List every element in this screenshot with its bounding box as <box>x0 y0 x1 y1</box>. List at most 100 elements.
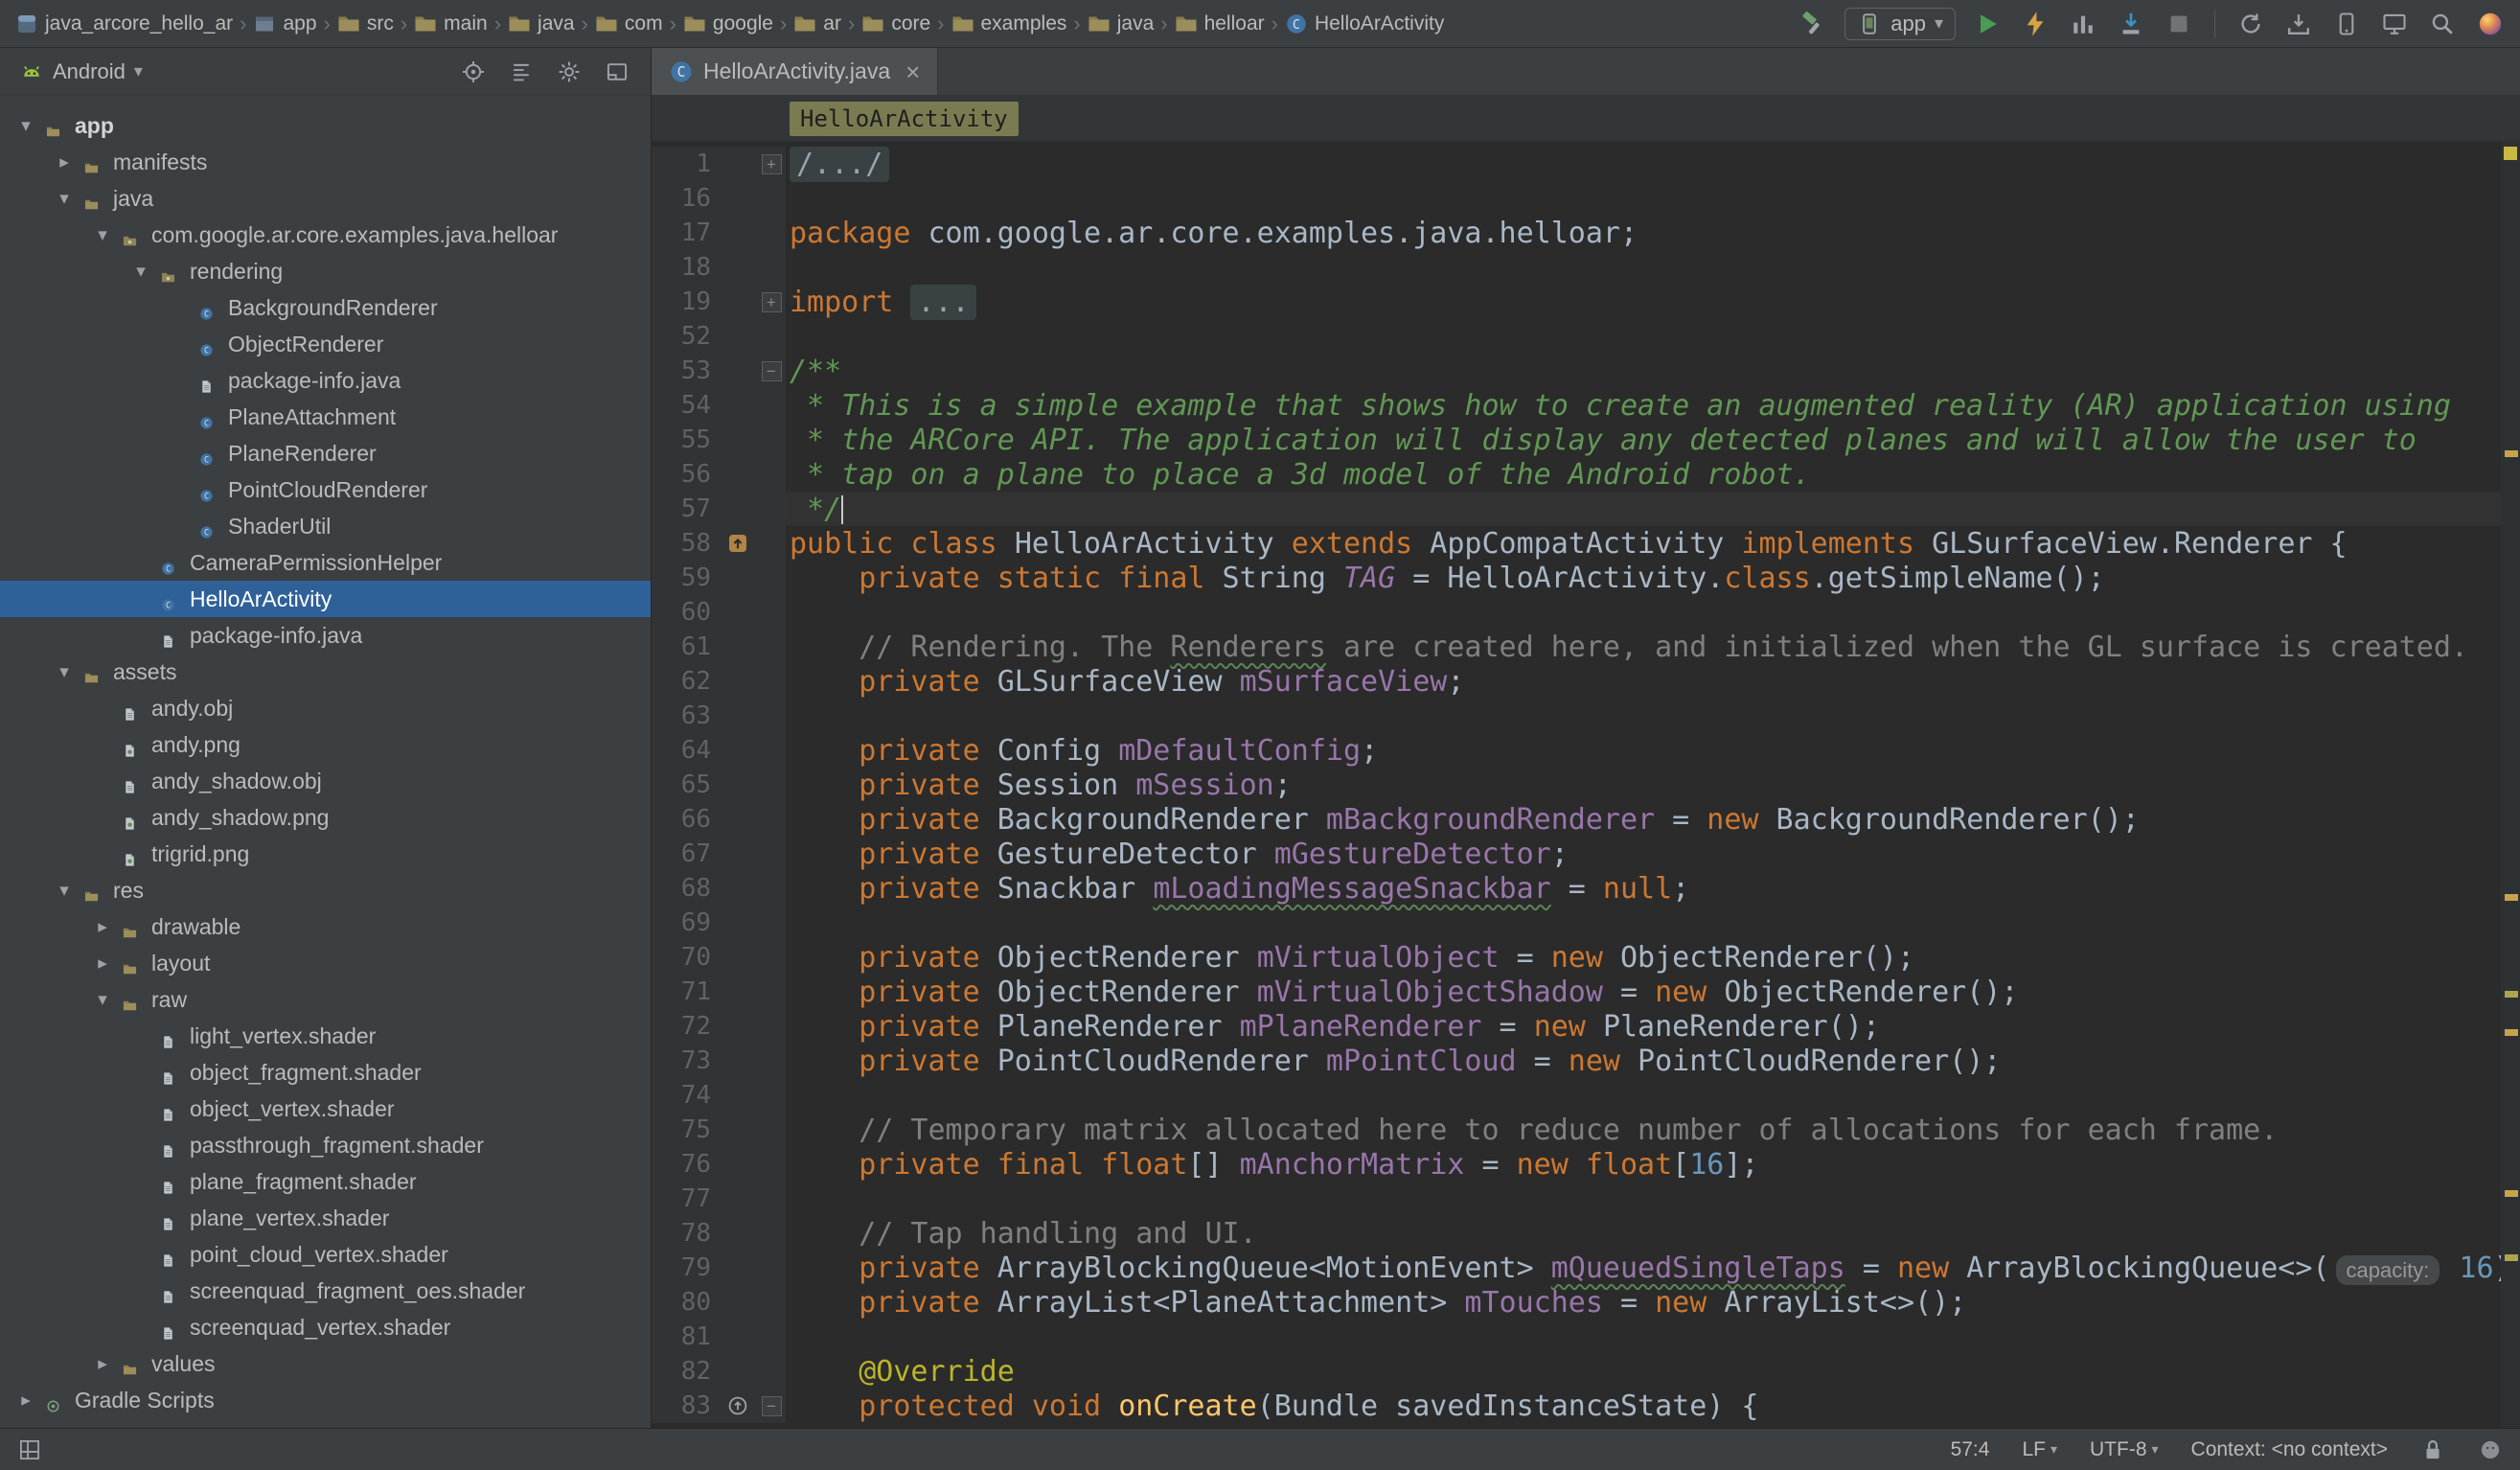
sync-project-button[interactable] <box>2234 8 2267 40</box>
code-line-72[interactable]: 72 private PlaneRenderer mPlaneRenderer … <box>652 1009 2501 1044</box>
code-line-71[interactable]: 71 private ObjectRenderer mVirtualObject… <box>652 975 2501 1009</box>
code-line-61[interactable]: 61 // Rendering. The Renderers are creat… <box>652 630 2501 664</box>
tree-item-drawable[interactable]: ▸ drawable <box>0 908 651 945</box>
code-line-74[interactable]: 74 <box>652 1078 2501 1113</box>
tree-item-andy-shadow-png[interactable]: andy_shadow.png <box>0 799 651 836</box>
chevron-down-icon[interactable]: ▾ <box>50 661 79 683</box>
stop-button[interactable] <box>2163 8 2195 40</box>
tree-item-com-google-ar-core-examples-java-helloar[interactable]: ▾ com.google.ar.core.examples.java.helloa… <box>0 217 651 253</box>
chevron-right-icon[interactable]: ▸ <box>88 953 117 975</box>
tree-item-helloaractivity[interactable]: C HelloArActivity <box>0 581 651 617</box>
code-line-19[interactable]: 19 + import ... <box>652 284 2501 320</box>
collapse-all-button[interactable] <box>505 56 538 88</box>
avd-manager-button[interactable] <box>2330 8 2363 40</box>
settings-gear-button[interactable] <box>553 56 585 88</box>
tree-item-object-fragment-shader[interactable]: object_fragment.shader <box>0 1054 651 1091</box>
apply-changes-button[interactable] <box>2019 8 2051 40</box>
breadcrumb-item-google[interactable]: google <box>681 12 775 35</box>
project-view-selector[interactable]: Android ▾ <box>11 56 150 88</box>
profile-avatar[interactable] <box>2474 8 2507 40</box>
tree-item-layout[interactable]: ▸ layout <box>0 945 651 981</box>
breadcrumb-item-helloar[interactable]: helloar <box>1173 12 1267 35</box>
breadcrumb-item-core[interactable]: core <box>859 12 932 35</box>
device-monitor-button[interactable] <box>2378 8 2411 40</box>
tree-item-java[interactable]: ▾ java <box>0 180 651 217</box>
code-line-77[interactable]: 77 <box>652 1182 2501 1216</box>
code-line-73[interactable]: 73 private PointCloudRenderer mPointClou… <box>652 1044 2501 1078</box>
tree-item-gradle-scripts[interactable]: ▸ Gradle Scripts <box>0 1382 651 1418</box>
code-line-81[interactable]: 81 <box>652 1320 2501 1354</box>
chevron-right-icon[interactable]: ▸ <box>11 1390 40 1412</box>
code-line-83[interactable]: 83 − protected void onCreate(Bundle saved… <box>652 1389 2501 1423</box>
tree-item-object-vertex-shader[interactable]: object_vertex.shader <box>0 1091 651 1127</box>
code-line-60[interactable]: 60 <box>652 595 2501 630</box>
tree-item-andy-shadow-obj[interactable]: andy_shadow.obj <box>0 763 651 799</box>
code-line-78[interactable]: 78 // Tap handling and UI. <box>652 1216 2501 1251</box>
toolwindow-toggle-icon[interactable] <box>17 1437 42 1462</box>
highlighting-level-icon[interactable] <box>2478 1437 2503 1462</box>
breadcrumb-item-examples[interactable]: examples <box>950 12 1069 35</box>
tree-item-manifests[interactable]: ▸ manifests <box>0 144 651 180</box>
tree-item-plane-fragment-shader[interactable]: plane_fragment.shader <box>0 1163 651 1200</box>
code-line-16[interactable]: 16 <box>652 181 2501 216</box>
hide-panel-button[interactable] <box>601 56 633 88</box>
code-line-58[interactable]: 58 public class HelloArActivity extends A… <box>652 526 2501 561</box>
tree-item-app[interactable]: ▾ app <box>0 107 651 144</box>
code-line-59[interactable]: 59 private static final String TAG = Hel… <box>652 561 2501 595</box>
tree-item-rendering[interactable]: ▾ rendering <box>0 253 651 289</box>
chevron-down-icon[interactable]: ▾ <box>126 261 155 283</box>
code-line-82[interactable]: 82 @Override <box>652 1354 2501 1389</box>
code-line-67[interactable]: 67 private GestureDetector mGestureDetec… <box>652 837 2501 871</box>
chevron-right-icon[interactable]: ▸ <box>50 151 79 173</box>
code-line-52[interactable]: 52 <box>652 319 2501 354</box>
breadcrumb-item-ar[interactable]: ar <box>791 12 843 35</box>
build-hammer-button[interactable] <box>1797 8 1829 40</box>
context-widget[interactable]: Context: <no context> <box>2191 1438 2388 1461</box>
code-line-79[interactable]: 79 private ArrayBlockingQueue<MotionEven… <box>652 1251 2501 1285</box>
code-line-55[interactable]: 55 * the ARCore API. The application wil… <box>652 423 2501 457</box>
tree-item-plane-vertex-shader[interactable]: plane_vertex.shader <box>0 1200 651 1236</box>
code-line-56[interactable]: 56 * tap on a plane to place a 3d model … <box>652 457 2501 492</box>
fold-expand-icon[interactable]: + <box>757 285 786 319</box>
tree-item-light-vertex-shader[interactable]: light_vertex.shader <box>0 1018 651 1054</box>
tree-item-res[interactable]: ▾ res <box>0 872 651 908</box>
tree-item-package-info-java[interactable]: package-info.java <box>0 617 651 654</box>
breadcrumb-item-com[interactable]: com <box>593 12 665 35</box>
line-separator-widget[interactable]: LF ▾ <box>2022 1438 2057 1461</box>
tree-item-planerenderer[interactable]: C PlaneRenderer <box>0 435 651 471</box>
readonly-lock-icon[interactable] <box>2420 1437 2445 1462</box>
encoding-widget[interactable]: UTF-8 ▾ <box>2090 1438 2159 1461</box>
close-tab-icon[interactable]: × <box>905 59 920 84</box>
tree-item-trigrid-png[interactable]: trigrid.png <box>0 836 651 872</box>
code-line-62[interactable]: 62 private GLSurfaceView mSurfaceView; <box>652 664 2501 699</box>
search-everywhere-button[interactable] <box>2426 8 2459 40</box>
tree-item-screenquad-fragment-oes-shader[interactable]: screenquad_fragment_oes.shader <box>0 1273 651 1309</box>
chevron-down-icon[interactable]: ▾ <box>50 880 79 902</box>
overriding-method-gutter-icon[interactable] <box>719 1389 757 1423</box>
tree-item-planeattachment[interactable]: C PlaneAttachment <box>0 399 651 435</box>
breadcrumb-item-app[interactable]: app <box>251 12 318 35</box>
code-area[interactable]: 1 +/.../16 17 package com.google.ar.core.ex… <box>652 142 2501 1428</box>
fold-expand-icon[interactable]: + <box>757 147 786 181</box>
breadcrumb-item-java-arcore-hello-ar[interactable]: java_arcore_hello_ar <box>13 12 235 35</box>
fold-collapse-icon[interactable]: − <box>757 1389 786 1423</box>
implementing-marker-gutter-icon[interactable] <box>719 526 757 561</box>
tree-item-backgroundrenderer[interactable]: C BackgroundRenderer <box>0 289 651 326</box>
code-line-76[interactable]: 76 private final float[] mAnchorMatrix =… <box>652 1147 2501 1182</box>
profiler-button[interactable] <box>2067 8 2099 40</box>
fold-collapse-icon[interactable]: − <box>757 354 786 388</box>
chevron-right-icon[interactable]: ▸ <box>88 916 117 938</box>
tree-item-shaderutil[interactable]: C ShaderUtil <box>0 508 651 544</box>
code-line-63[interactable]: 63 <box>652 699 2501 733</box>
tree-item-values[interactable]: ▸ values <box>0 1345 651 1382</box>
tree-item-assets[interactable]: ▾ assets <box>0 654 651 690</box>
code-line-70[interactable]: 70 private ObjectRenderer mVirtualObject… <box>652 940 2501 975</box>
chevron-right-icon[interactable]: ▸ <box>88 1353 117 1375</box>
tree-item-pointcloudrenderer[interactable]: C PointCloudRenderer <box>0 471 651 508</box>
tree-item-objectrenderer[interactable]: C ObjectRenderer <box>0 326 651 362</box>
breadcrumb-item-helloaractivity[interactable]: C HelloArActivity <box>1283 12 1446 35</box>
code-line-1[interactable]: 1 +/.../ <box>652 146 2501 182</box>
chevron-down-icon[interactable]: ▾ <box>50 188 79 210</box>
code-line-53[interactable]: 53 −/** <box>652 354 2501 388</box>
tree-item-package-info-java[interactable]: package-info.java <box>0 362 651 399</box>
